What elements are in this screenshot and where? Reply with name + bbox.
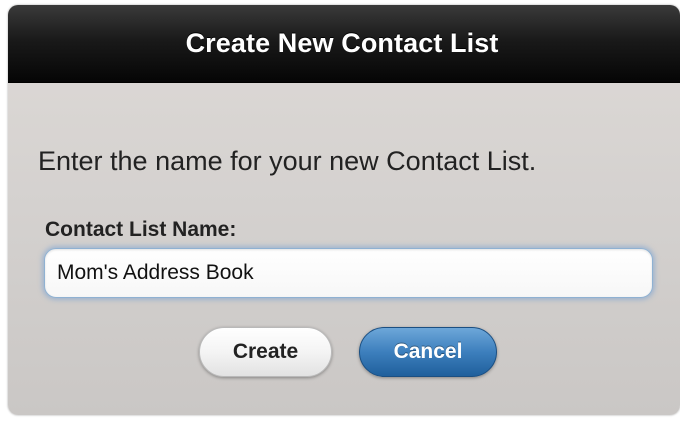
create-contact-list-dialog: Create New Contact List Enter the name f… bbox=[8, 5, 680, 415]
contact-list-name-input[interactable] bbox=[44, 248, 653, 298]
dialog-prompt: Enter the name for your new Contact List… bbox=[38, 146, 537, 176]
contact-list-name-label: Contact List Name: bbox=[45, 218, 237, 241]
dialog-title-bar: Create New Contact List bbox=[8, 5, 680, 83]
cancel-button[interactable]: Cancel bbox=[359, 327, 497, 377]
dialog-title: Create New Contact List bbox=[185, 28, 499, 58]
create-button[interactable]: Create bbox=[199, 327, 332, 377]
